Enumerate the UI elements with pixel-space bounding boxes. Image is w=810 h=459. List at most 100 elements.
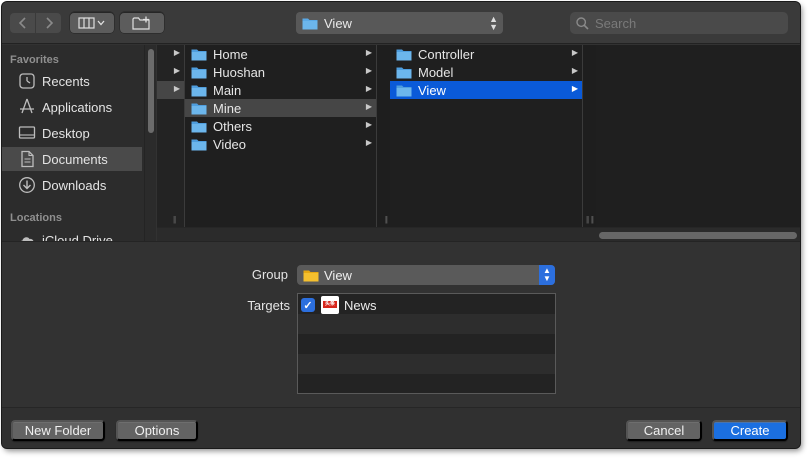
table-row (298, 314, 555, 334)
chevron-left-icon (18, 17, 26, 29)
sidebar-item-label: Downloads (42, 177, 107, 193)
sidebar: Favorites Recents Applications Desktop D… (2, 45, 144, 241)
targets-list: ✓ 头条 News (297, 293, 556, 394)
new-folder-toolbar-button[interactable] (120, 12, 164, 33)
folder-icon (191, 49, 207, 60)
folder-name: Controller (418, 46, 475, 62)
folder-row-home[interactable]: Home ▶ (185, 45, 376, 63)
disclosure-arrow-icon: ▶ (571, 84, 578, 93)
applications-icon (20, 98, 34, 114)
app-icon-text: 头条 (323, 301, 337, 308)
folder-name: Mine (213, 100, 242, 116)
parent-column: ▶ ▶ ▶ (157, 45, 185, 227)
toolbar: View ▲ ▼ (2, 2, 800, 44)
folder-icon (396, 49, 412, 60)
back-button[interactable] (10, 13, 35, 33)
folder-name: Others (213, 118, 253, 134)
new-folder-button[interactable]: New Folder (11, 420, 105, 441)
sidebar-item-documents[interactable]: Documents (2, 147, 142, 171)
cancel-button[interactable]: Cancel (626, 420, 702, 441)
targets-label: Targets (247, 298, 290, 313)
target-checkbox[interactable]: ✓ (301, 298, 315, 312)
desktop-icon (18, 126, 36, 139)
folder-name: Main (213, 82, 242, 98)
view-mode-button[interactable] (70, 12, 114, 33)
sidebar-item-icloud-drive[interactable]: iCloud Drive (2, 228, 142, 241)
folder-row-controller[interactable]: Controller ▶ (390, 45, 582, 63)
folder-icon (396, 67, 412, 78)
folder-row-others[interactable]: Others ▶ (185, 117, 376, 135)
folder-icon (191, 103, 207, 114)
scrollbar-thumb[interactable] (599, 232, 797, 239)
folder-row-view[interactable]: View ▶ (390, 81, 582, 99)
sidebar-item-desktop[interactable]: Desktop (2, 121, 142, 145)
chevron-right-icon (45, 17, 53, 29)
search-icon (576, 16, 589, 30)
column-browser: ▶ ▶ ▶ Home ▶ Huoshan ▶ Main ▶ Mine ▶ Oth… (157, 45, 800, 241)
folder-column-3: || (586, 45, 800, 227)
news-app-icon: 头条 (321, 296, 339, 314)
disclosure-arrow-icon: ▶ (365, 138, 372, 147)
group-popup[interactable]: View ▲ ▼ (297, 265, 555, 285)
horizontal-scrollbar[interactable] (157, 227, 800, 241)
sidebar-item-downloads[interactable]: Downloads (2, 173, 142, 197)
target-name: News (344, 297, 377, 313)
options-button[interactable]: Options (116, 420, 198, 441)
path-label: View (324, 15, 352, 31)
document-icon (21, 150, 34, 168)
list-item[interactable]: ▶ (157, 45, 184, 63)
disclosure-arrow-icon: ▶ (173, 66, 180, 75)
search-field[interactable] (570, 12, 788, 34)
group-value: View (324, 267, 352, 283)
column-resize-handle[interactable]: || (586, 215, 589, 224)
folder-icon (191, 85, 207, 96)
save-dialog: View ▲▼ Favorites Recents Applicat (2, 2, 800, 448)
folder-column-2: Controller ▶ Model ▶ View ▶ || (390, 45, 594, 227)
chevron-updown-icon: ▲ ▼ (539, 265, 555, 285)
target-item-news[interactable]: ✓ 头条 News (301, 296, 377, 314)
disclosure-arrow-icon: ▶ (571, 66, 578, 75)
folder-row-huoshan[interactable]: Huoshan ▶ (185, 63, 376, 81)
sidebar-item-label: Documents (42, 151, 108, 167)
download-icon (19, 177, 35, 193)
chevron-updown-icon: ▲ ▼ (489, 14, 498, 32)
column-resize-handle[interactable]: || (173, 215, 176, 224)
search-input[interactable] (595, 15, 775, 31)
sidebar-item-applications[interactable]: Applications (2, 95, 142, 119)
folder-icon (191, 67, 207, 78)
disclosure-arrow-icon: ▶ (365, 48, 372, 57)
folder-row-mine[interactable]: Mine ▶ (185, 99, 376, 117)
disclosure-arrow-icon: ▶ (173, 48, 180, 57)
sidebar-item-recents[interactable]: Recents (2, 69, 142, 93)
folder-icon (191, 139, 207, 150)
column-resize-handle[interactable]: || (385, 215, 388, 224)
accessory-panel: Group View ▲ ▼ Targets ✓ 头条 News (2, 241, 800, 407)
disclosure-arrow-icon: ▶ (365, 120, 372, 129)
forward-button[interactable] (36, 13, 61, 33)
sidebar-item-label: iCloud Drive (42, 232, 113, 242)
group-label: Group (251, 267, 288, 282)
locations-heading: Locations (10, 212, 62, 224)
folder-row-main[interactable]: Main ▶ (185, 81, 376, 99)
table-row (298, 334, 555, 354)
folder-name: View (418, 82, 446, 98)
folder-row-model[interactable]: Model ▶ (390, 63, 582, 81)
footer: New Folder Options Cancel Create (2, 407, 800, 448)
sidebar-item-label: Applications (42, 99, 113, 115)
sidebar-item-label: Desktop (42, 125, 90, 141)
list-item[interactable]: ▶ (157, 81, 184, 99)
folder-name: Huoshan (213, 64, 266, 80)
folder-name: Home (213, 46, 248, 62)
create-button[interactable]: Create (712, 420, 788, 441)
column-resize-handle[interactable]: || (591, 215, 594, 224)
favorites-heading: Favorites (10, 54, 59, 66)
folder-plus-icon (132, 16, 150, 30)
table-row (298, 374, 555, 393)
sidebar-scrollbar[interactable] (144, 45, 156, 241)
path-popup[interactable]: View ▲ ▼ (296, 12, 503, 34)
disclosure-arrow-icon: ▶ (571, 48, 578, 57)
list-item[interactable]: ▶ (157, 63, 184, 81)
folder-row-video[interactable]: Video ▶ (185, 135, 376, 153)
disclosure-arrow-icon: ▶ (365, 66, 372, 75)
scrollbar-thumb[interactable] (148, 49, 154, 133)
